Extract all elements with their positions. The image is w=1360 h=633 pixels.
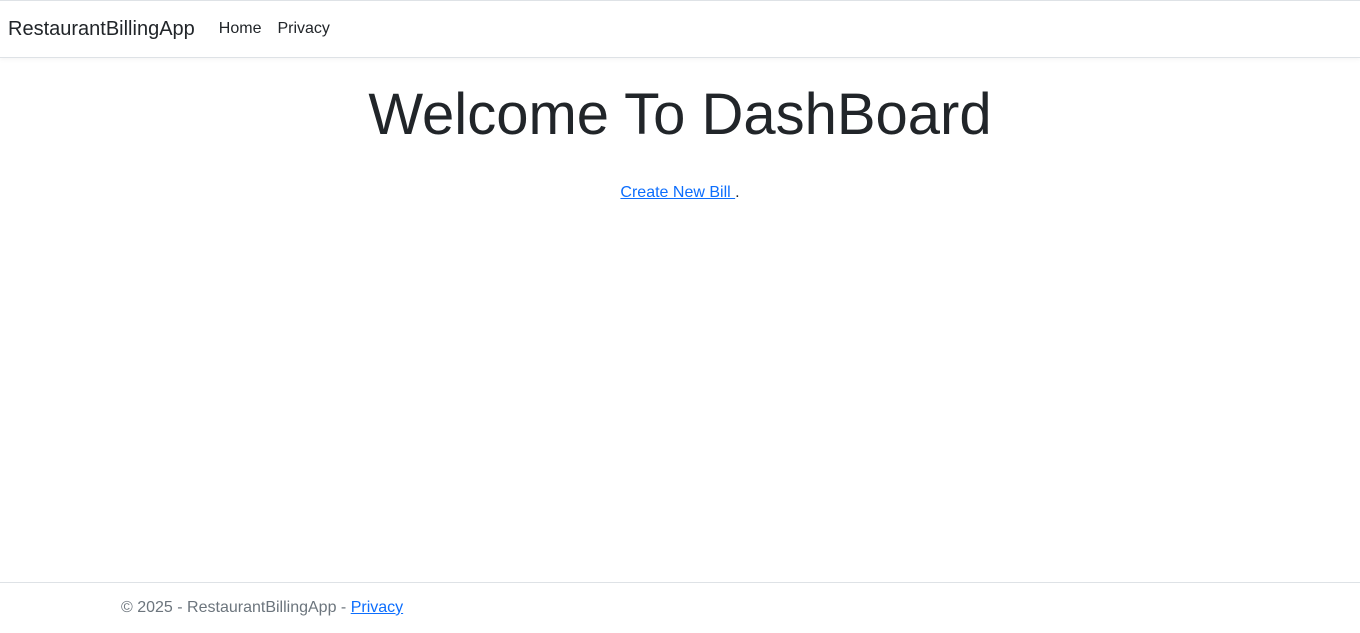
main-content: Welcome To DashBoard Create New Bill . bbox=[0, 58, 1360, 202]
footer: © 2025 - RestaurantBillingApp - Privacy bbox=[0, 582, 1360, 633]
create-bill-line: Create New Bill . bbox=[0, 184, 1360, 202]
footer-copyright: © 2025 - RestaurantBillingApp - bbox=[121, 599, 351, 616]
footer-privacy-link[interactable]: Privacy bbox=[351, 599, 403, 616]
nav-link-privacy[interactable]: Privacy bbox=[269, 20, 337, 38]
create-new-bill-link[interactable]: Create New Bill bbox=[620, 184, 735, 201]
trailing-period: . bbox=[735, 183, 740, 201]
page-title: Welcome To DashBoard bbox=[368, 82, 992, 147]
brand-link[interactable]: RestaurantBillingApp bbox=[8, 18, 195, 41]
footer-content: © 2025 - RestaurantBillingApp - Privacy bbox=[121, 599, 403, 617]
nav-link-home[interactable]: Home bbox=[211, 20, 270, 38]
page: RestaurantBillingApp Home Privacy Welcom… bbox=[0, 0, 1360, 633]
top-navbar: RestaurantBillingApp Home Privacy bbox=[0, 0, 1360, 58]
nav-links: Home Privacy bbox=[211, 20, 338, 38]
